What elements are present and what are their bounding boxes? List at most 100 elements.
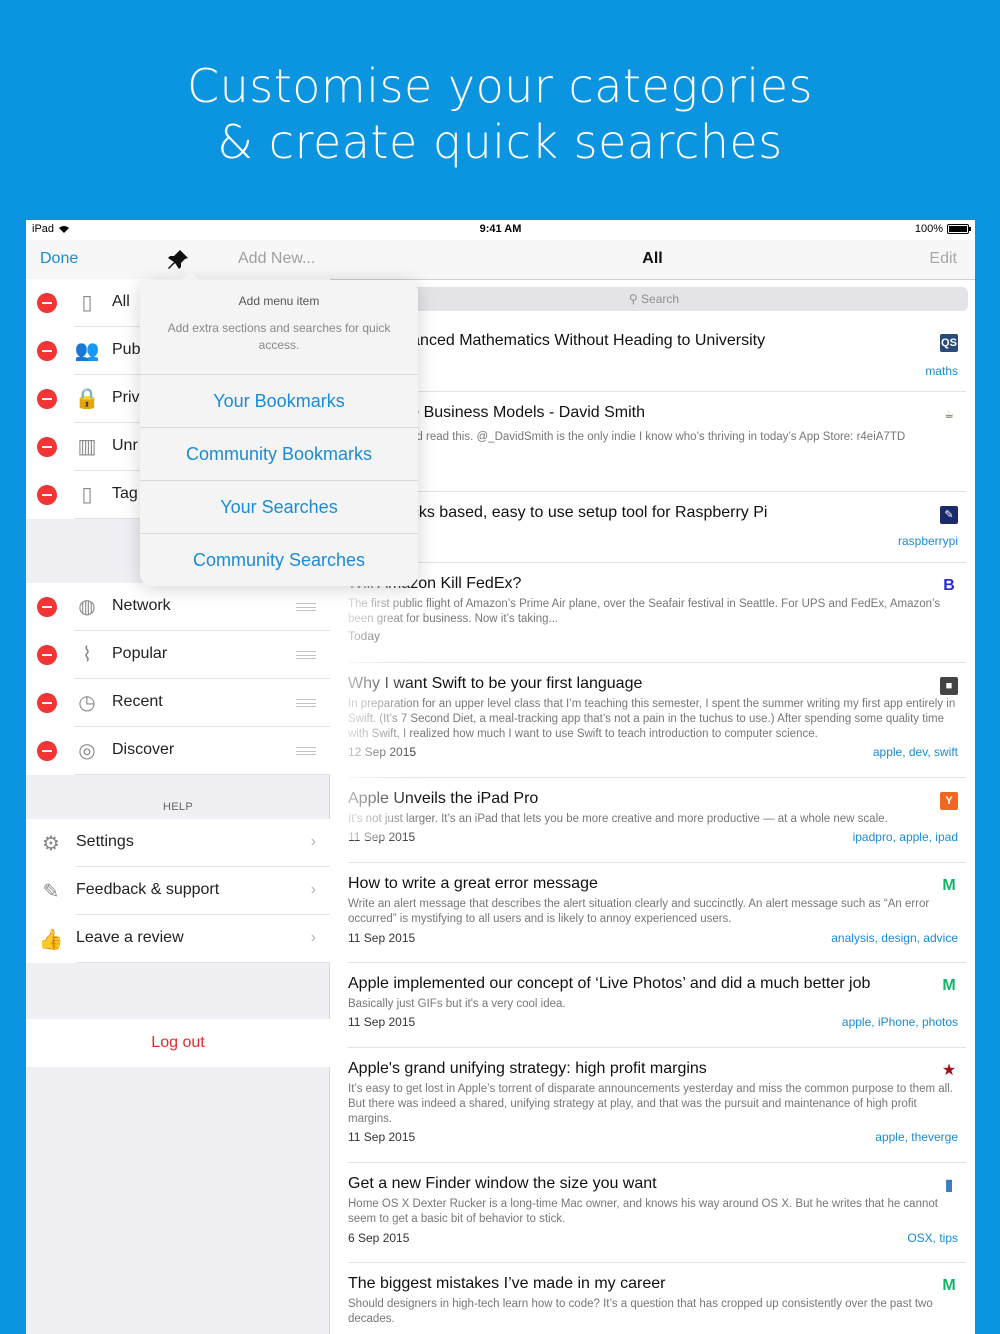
- article-description: It’s not just larger. It’s an iPad that …: [348, 813, 888, 825]
- sidebar-item-label: Unr: [112, 437, 138, 454]
- article-tags[interactable]: apple, iPhone, photos: [842, 1015, 958, 1029]
- article-tags[interactable]: OSX, tips: [907, 1231, 958, 1245]
- source-favicon-icon: M: [942, 977, 956, 994]
- source-favicon-icon: ■: [940, 677, 958, 695]
- source-favicon-icon: ✎: [940, 506, 958, 524]
- reorder-grip-icon[interactable]: [296, 651, 316, 659]
- delete-minus-icon[interactable]: [37, 293, 57, 313]
- sidebar-item-label: Recent: [112, 693, 163, 710]
- delete-minus-icon[interactable]: [37, 741, 57, 761]
- delete-minus-icon[interactable]: [37, 341, 57, 361]
- article-date: 11 Sep 2015: [348, 830, 416, 844]
- help-item-label: Feedback & support: [76, 881, 220, 898]
- article-tags[interactable]: analysis, design, advice: [831, 931, 958, 945]
- headline-line-1: Customise your categories: [187, 59, 813, 113]
- popover-arrow: [180, 272, 200, 281]
- article-date: Today: [348, 629, 381, 643]
- sidebar-item-label: Network: [112, 597, 171, 614]
- reorder-grip-icon[interactable]: [296, 699, 316, 707]
- bookmark-icon: ▯: [81, 292, 93, 314]
- add-new-button[interactable]: Add New...: [238, 250, 315, 268]
- sidebar-item-label: Tag: [112, 485, 138, 502]
- popover-item-your-searches[interactable]: Your Searches: [140, 480, 418, 533]
- source-favicon-icon: QS: [940, 334, 958, 352]
- sidebar-item-popular[interactable]: ⌇ Popular: [26, 631, 330, 679]
- status-bar: iPad 9:41 AM 100%: [26, 220, 975, 240]
- chevron-right-icon: ›: [310, 833, 316, 850]
- article-row[interactable]: Apple Unveils the iPad Pro It’s not just …: [348, 778, 966, 863]
- delete-minus-icon[interactable]: [37, 597, 57, 617]
- article-tags[interactable]: raspberrypi: [898, 534, 958, 548]
- battery-icon: [947, 224, 971, 234]
- sidebar-item-recent[interactable]: ◷ Recent: [26, 679, 330, 727]
- source-favicon-icon: M: [942, 1277, 956, 1294]
- help-item-leave-a-review[interactable]: 👍 Leave a review ›: [26, 915, 330, 963]
- sidebar-item-label: Discover: [112, 741, 175, 758]
- row-divider: [76, 962, 330, 963]
- article-tags[interactable]: apple, dev, swift: [873, 745, 958, 759]
- delete-minus-icon[interactable]: [37, 693, 57, 713]
- log-out-button[interactable]: Log out: [26, 1019, 330, 1067]
- delete-minus-icon[interactable]: [37, 437, 57, 457]
- clock-icon: ◷: [78, 692, 96, 714]
- tag-icon: ▯: [81, 484, 93, 506]
- article-date: 12 Sep 2015: [348, 745, 417, 759]
- article-row[interactable]: Get a new Finder window the size you wan…: [348, 1163, 966, 1263]
- add-menu-item-popover: Add menu item Add extra sections and sea…: [140, 280, 418, 586]
- article-row[interactable]: - The blocks based, easy to use setup to…: [348, 492, 966, 563]
- sidebar-item-label: All: [112, 293, 130, 310]
- sidebar-item-label: Pub: [112, 341, 141, 358]
- article-row[interactable]: Will Amazon Kill FedEx? The first public …: [348, 563, 966, 663]
- article-date: 6 Sep 2015: [348, 1231, 410, 1245]
- article-description: In preparation for an upper level class …: [348, 698, 956, 740]
- popover-description: Add extra sections and searches for quic…: [167, 321, 391, 352]
- delete-minus-icon[interactable]: [37, 485, 57, 505]
- delete-minus-icon[interactable]: [37, 645, 57, 665]
- done-button[interactable]: Done: [40, 250, 78, 268]
- article-tags[interactable]: apple, theverge: [875, 1130, 958, 1144]
- chevron-right-icon: ›: [310, 881, 316, 898]
- ipad-screen: iPad 9:41 AM 100% Done Add New... YO ▯Al…: [26, 220, 975, 1334]
- source-favicon-icon: Y: [940, 792, 958, 810]
- gear-icon: ⚙: [42, 833, 60, 855]
- article-row[interactable]: earn Advanced Mathematics Without Headin…: [348, 320, 966, 392]
- edit-button[interactable]: Edit: [929, 250, 957, 268]
- help-item-feedback-support[interactable]: ✎ Feedback & support ›: [26, 867, 330, 915]
- popover-item-your-bookmarks[interactable]: Your Bookmarks: [140, 374, 418, 427]
- article-description: Home OS X Dexter Rucker is a long-time M…: [348, 1198, 938, 1225]
- article-title: How to write a great error message: [348, 875, 598, 892]
- article-row[interactable]: How to write a great error message Write …: [348, 863, 966, 963]
- search-placeholder: Search: [641, 292, 680, 306]
- article-title: Apple implemented our concept of ‘Live P…: [348, 975, 871, 992]
- article-date: 11 Sep 2015: [348, 931, 416, 945]
- article-description: It’s easy to get lost in Apple’s torrent…: [348, 1083, 953, 1125]
- article-row[interactable]: App Store Business Models - David Smith v…: [348, 392, 966, 492]
- help-item-label: Leave a review: [76, 929, 184, 946]
- search-icon: ⚲: [628, 292, 638, 306]
- source-favicon-icon: B: [943, 577, 955, 594]
- delete-minus-icon[interactable]: [37, 389, 57, 409]
- sidebar-item-discover[interactable]: ◎ Discover: [26, 727, 330, 775]
- article-tags[interactable]: ipadpro, apple, ipad: [853, 830, 958, 844]
- section-header-help: HELP: [163, 801, 193, 813]
- sidebar-item-label: Priv: [112, 389, 140, 406]
- compass-icon: ◎: [78, 740, 96, 762]
- article-row[interactable]: Apple implemented our concept of ‘Live P…: [348, 963, 966, 1048]
- article-date: 11 Sep 2015: [348, 1130, 416, 1144]
- article-row[interactable]: The biggest mistakes I’ve made in my car…: [348, 1263, 966, 1334]
- article-row[interactable]: Why I want Swift to be your first langua…: [348, 663, 966, 778]
- reorder-grip-icon[interactable]: [296, 603, 316, 611]
- article-row[interactable]: Apple's grand unifying strategy: high pr…: [348, 1048, 966, 1163]
- sidebar-item-network[interactable]: ◍ Network: [26, 583, 330, 631]
- popover-item-community-searches[interactable]: Community Searches: [140, 533, 418, 586]
- sidebar-nav-bar: Done Add New...: [26, 240, 367, 280]
- pin-icon[interactable]: [166, 248, 190, 272]
- article-tags[interactable]: maths: [925, 364, 958, 378]
- article-nav-bar: All Edit: [330, 240, 975, 280]
- edit-icon: ✎: [42, 881, 60, 903]
- reorder-grip-icon[interactable]: [296, 747, 316, 755]
- popover-item-community-bookmarks[interactable]: Community Bookmarks: [140, 427, 418, 480]
- help-item-settings[interactable]: ⚙ Settings ›: [26, 819, 330, 867]
- search-input[interactable]: ⚲ Search: [340, 287, 968, 311]
- headline: Customise your categories & create quick…: [0, 58, 1000, 170]
